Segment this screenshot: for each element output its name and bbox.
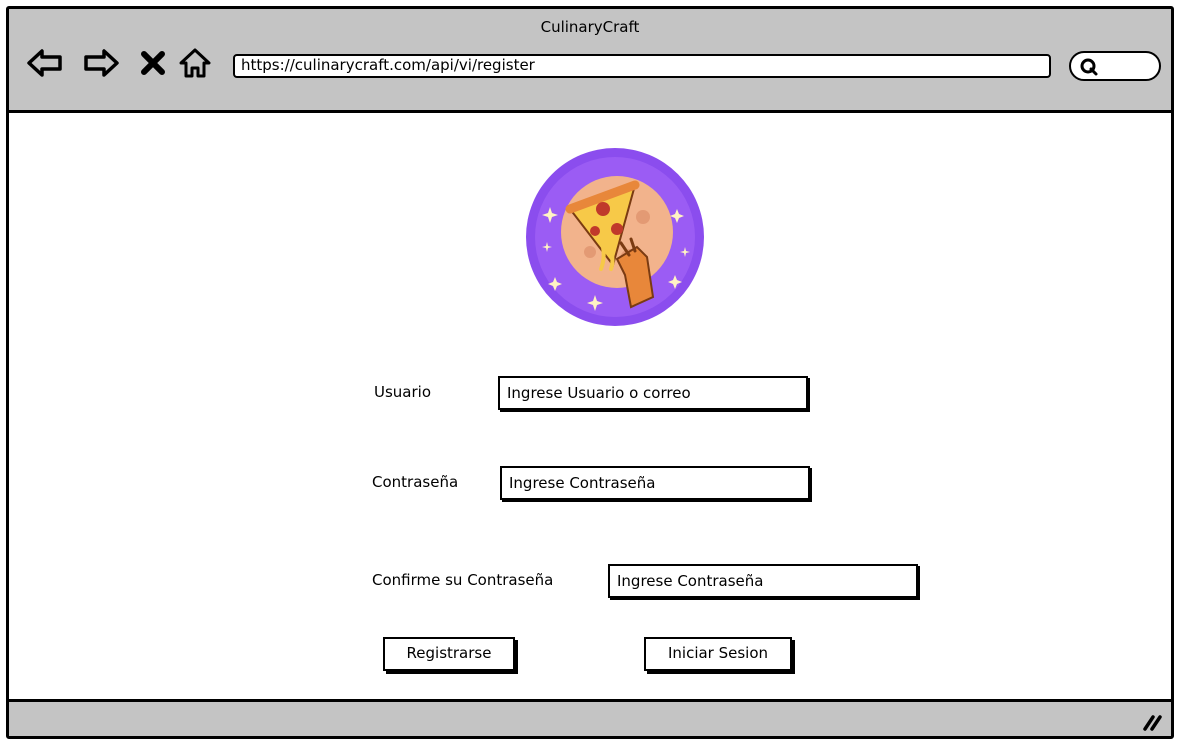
confirm-password-input[interactable] bbox=[608, 564, 918, 598]
confirm-password-label: Confirme su Contraseña bbox=[372, 571, 554, 589]
url-bar[interactable]: https://culinarycraft.com/api/vi/registe… bbox=[233, 54, 1051, 78]
window-title: CulinaryCraft bbox=[540, 18, 640, 36]
search-icon bbox=[1080, 58, 1098, 76]
browser-toolbar: CulinaryCraft https://culinarycraft.com/… bbox=[9, 9, 1171, 113]
pizza-moon-logo bbox=[526, 148, 704, 326]
back-arrow-icon[interactable] bbox=[25, 43, 65, 83]
username-input[interactable] bbox=[498, 376, 808, 410]
status-bar bbox=[9, 699, 1171, 736]
forward-arrow-icon[interactable] bbox=[81, 43, 121, 83]
browser-window: CulinaryCraft https://culinarycraft.com/… bbox=[6, 6, 1174, 739]
resize-grip-icon[interactable] bbox=[1141, 712, 1163, 732]
password-input[interactable] bbox=[500, 466, 810, 500]
register-button[interactable]: Registrarse bbox=[383, 637, 515, 671]
close-icon[interactable] bbox=[133, 43, 173, 83]
password-label: Contraseña bbox=[372, 473, 459, 491]
home-icon[interactable] bbox=[175, 43, 215, 83]
login-button[interactable]: Iniciar Sesion bbox=[644, 637, 792, 671]
search-box[interactable] bbox=[1069, 51, 1161, 81]
username-label: Usuario bbox=[374, 383, 432, 401]
